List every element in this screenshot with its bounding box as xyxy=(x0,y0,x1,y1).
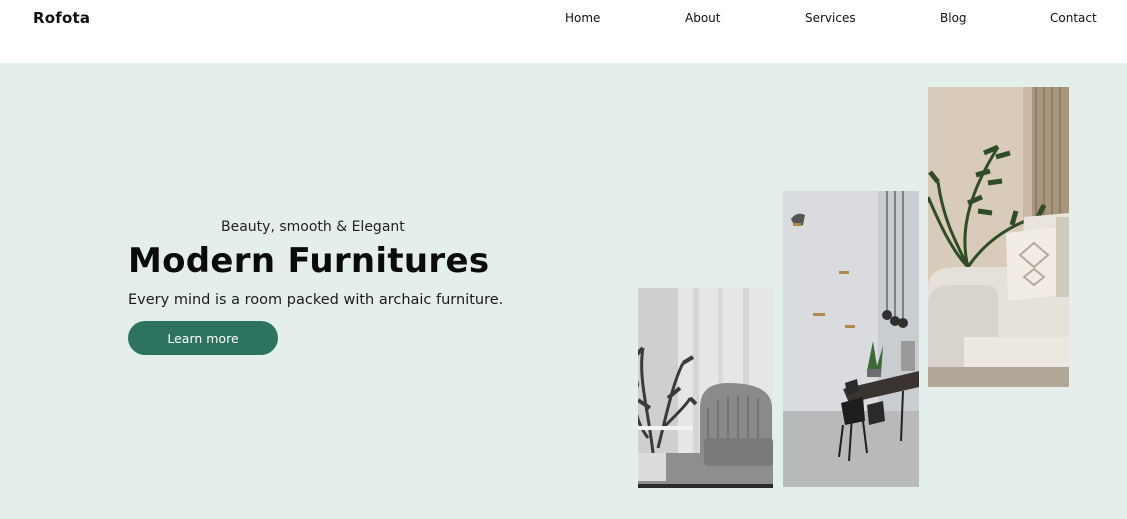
nav-link-about[interactable]: About xyxy=(685,11,720,25)
nav-link-services[interactable]: Services xyxy=(805,11,856,25)
logo[interactable]: Rofota xyxy=(33,9,90,27)
photo-sofa xyxy=(928,87,1069,387)
nav-link-home[interactable]: Home xyxy=(565,11,600,25)
hero-title: Modern Furnitures xyxy=(128,241,490,281)
hero-subtitle: Every mind is a room packed with archaic… xyxy=(128,292,504,308)
navbar: Rofota Home About Services Blog Contact xyxy=(0,0,1127,63)
nav-link-blog[interactable]: Blog xyxy=(940,11,967,25)
hero-section: Beauty, smooth & Elegant Modern Furnitur… xyxy=(0,63,1127,519)
photo-armchair xyxy=(638,288,773,488)
photo-dining-room xyxy=(783,191,919,487)
learn-more-button[interactable]: Learn more xyxy=(128,321,278,355)
hero-tagline: Beauty, smooth & Elegant xyxy=(221,219,405,235)
nav-link-contact[interactable]: Contact xyxy=(1050,11,1097,25)
